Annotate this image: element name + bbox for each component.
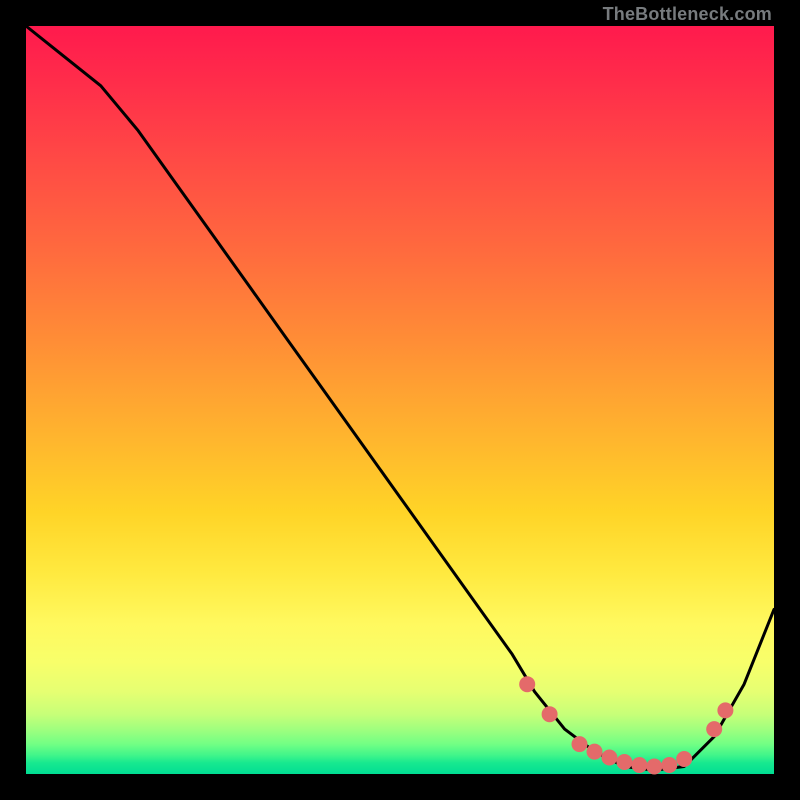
marker-dot [601,750,617,766]
bottleneck-curve [26,26,774,770]
marker-dot [706,721,722,737]
chart-stage: TheBottleneck.com [0,0,800,800]
marker-dot [717,702,733,718]
marker-dot [631,757,647,773]
marker-dot [661,757,677,773]
marker-dot [646,759,662,775]
marker-dot [676,751,692,767]
marker-dot [572,736,588,752]
credit-text: TheBottleneck.com [603,4,772,25]
marker-dot [542,706,558,722]
marker-dot [519,676,535,692]
marker-dot [616,754,632,770]
marker-dot [587,744,603,760]
chart-svg [26,26,774,774]
plot-area [26,26,774,774]
curve-markers [519,676,733,774]
